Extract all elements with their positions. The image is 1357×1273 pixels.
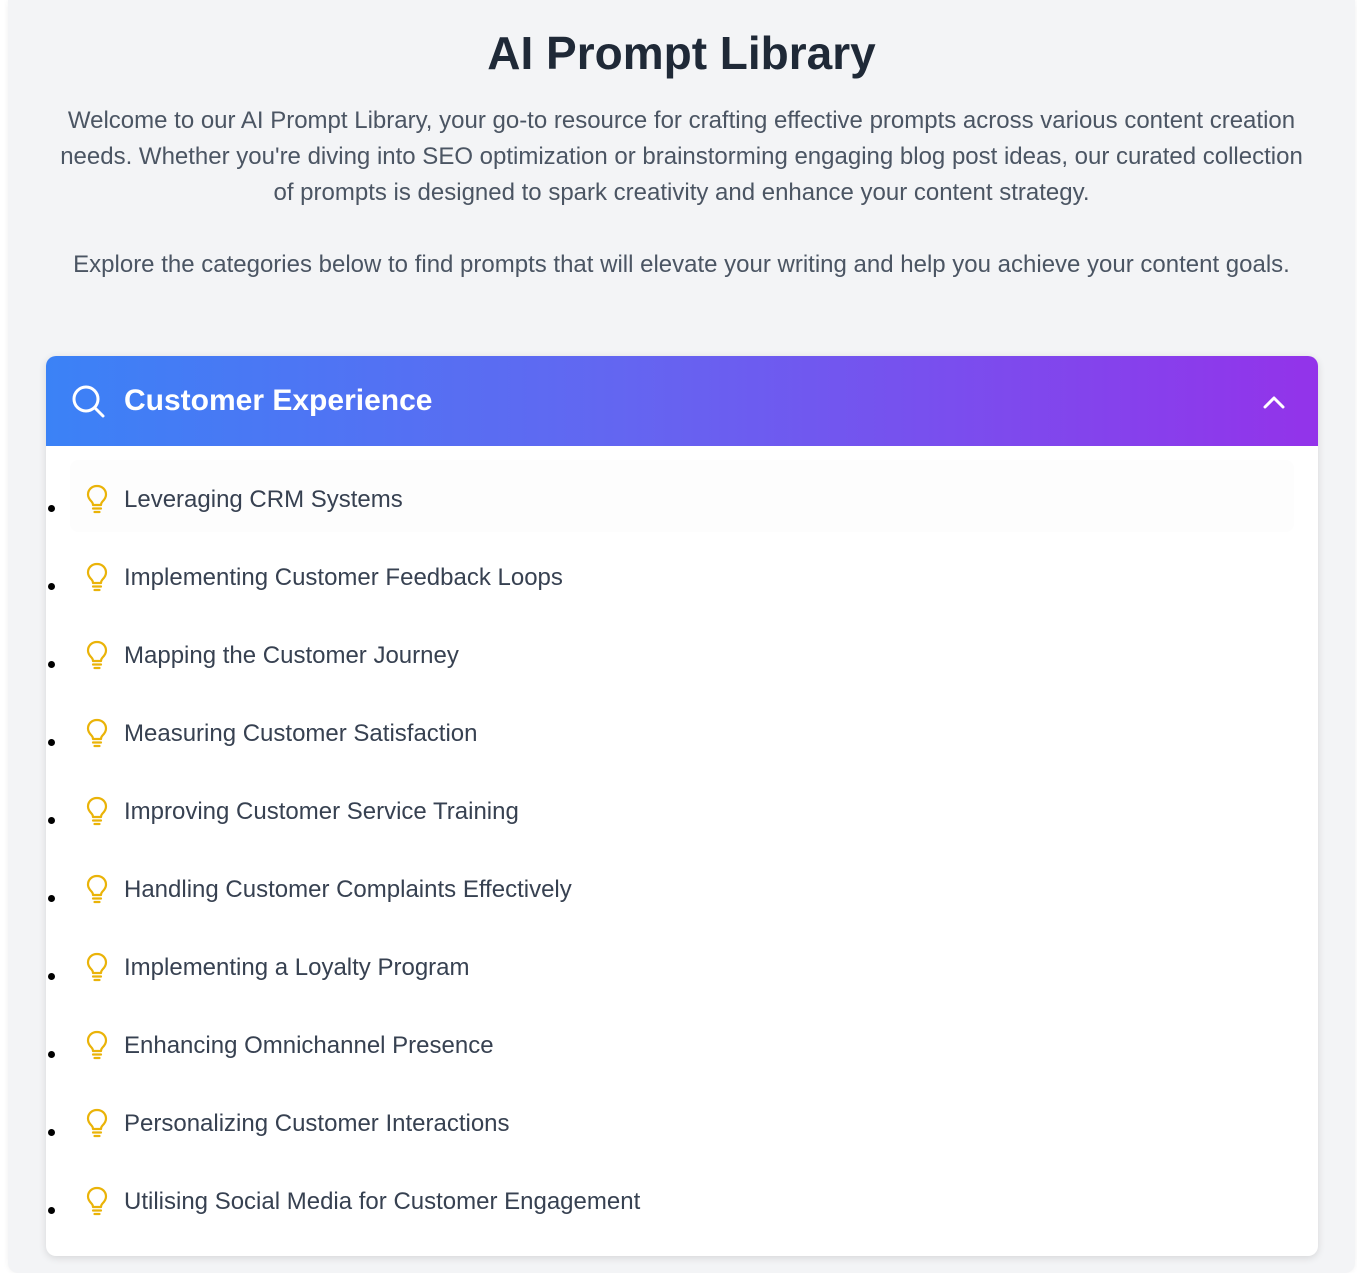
list-bullet xyxy=(48,973,55,980)
category-title: Customer Experience xyxy=(124,384,433,417)
list-bullet xyxy=(48,505,55,512)
lightbulb-icon xyxy=(86,718,108,748)
prompt-list-item[interactable]: Enhancing Omnichannel Presence xyxy=(46,1006,1318,1084)
lightbulb-icon xyxy=(86,640,108,670)
prompt-list-item-label: Handling Customer Complaints Effectively xyxy=(124,876,572,903)
prompt-list-item[interactable]: Personalizing Customer Interactions xyxy=(46,1084,1318,1162)
prompt-list-item[interactable]: Improving Customer Service Training xyxy=(46,772,1318,850)
category-header-toggle[interactable]: Customer Experience xyxy=(46,356,1318,446)
prompt-list-item[interactable]: Implementing a Loyalty Program xyxy=(46,928,1318,1006)
prompt-list-item[interactable]: Leveraging CRM Systems xyxy=(46,460,1318,538)
list-bullet xyxy=(48,739,55,746)
prompt-list-item-label: Implementing Customer Feedback Loops xyxy=(124,564,563,591)
lightbulb-icon xyxy=(86,874,108,904)
list-bullet xyxy=(48,1207,55,1214)
lightbulb-icon xyxy=(86,1108,108,1138)
prompt-list-item[interactable]: Utilising Social Media for Customer Enga… xyxy=(46,1162,1318,1240)
chevron-up-icon[interactable] xyxy=(1260,388,1288,416)
prompt-list-item-label: Utilising Social Media for Customer Enga… xyxy=(124,1188,641,1215)
lightbulb-icon xyxy=(86,796,108,826)
list-bullet xyxy=(48,661,55,668)
lightbulb-icon xyxy=(86,952,108,982)
prompt-list-item-label: Mapping the Customer Journey xyxy=(124,642,459,669)
list-bullet xyxy=(48,1129,55,1136)
lightbulb-icon xyxy=(86,1186,108,1216)
prompt-list-item-label: Personalizing Customer Interactions xyxy=(124,1110,510,1137)
lightbulb-icon xyxy=(86,1030,108,1060)
prompt-list-item-label: Measuring Customer Satisfaction xyxy=(124,720,478,747)
list-bullet xyxy=(48,1051,55,1058)
prompt-list-item[interactable]: Implementing Customer Feedback Loops xyxy=(46,538,1318,616)
list-bullet xyxy=(48,895,55,902)
prompt-list: Leveraging CRM Systems Implementing Custo… xyxy=(46,460,1318,1240)
list-bullet xyxy=(48,817,55,824)
prompt-list-item-label: Enhancing Omnichannel Presence xyxy=(124,1032,494,1059)
lightbulb-icon xyxy=(86,484,108,514)
page-title: AI Prompt Library xyxy=(487,27,876,79)
prompt-list-item-label: Improving Customer Service Training xyxy=(124,798,519,825)
explore-paragraph: Explore the categories below to find pro… xyxy=(73,251,1290,278)
prompt-list-item[interactable]: Handling Customer Complaints Effectively xyxy=(46,850,1318,928)
prompt-list-item[interactable]: Mapping the Customer Journey xyxy=(46,616,1318,694)
category-card: Customer Experience Leveraging CRM Syste… xyxy=(46,356,1318,1256)
list-bullet xyxy=(48,583,55,590)
prompt-list-item-label: Leveraging CRM Systems xyxy=(124,486,403,513)
search-icon xyxy=(72,385,105,418)
prompt-list-item-label: Implementing a Loyalty Program xyxy=(124,954,470,981)
page-container: AI Prompt Library Welcome to our AI Prom… xyxy=(8,0,1355,1273)
lightbulb-icon xyxy=(86,562,108,592)
intro-paragraph: Welcome to our AI Prompt Library, your g… xyxy=(60,107,1303,206)
prompt-list-item[interactable]: Measuring Customer Satisfaction xyxy=(46,694,1318,772)
